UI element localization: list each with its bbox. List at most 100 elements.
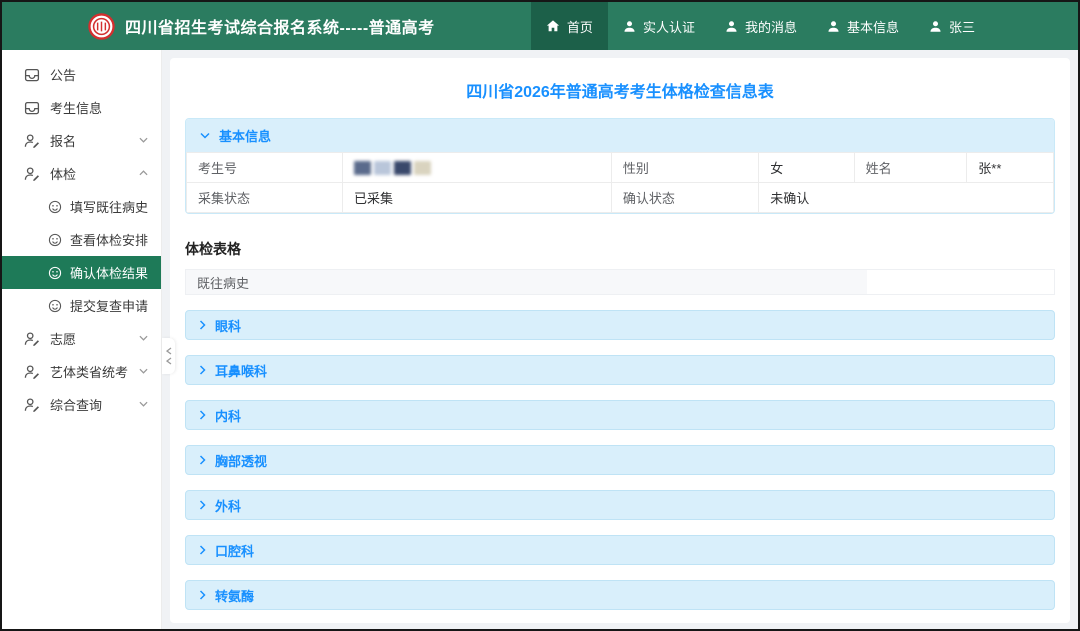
- nav-home[interactable]: 首页: [530, 2, 608, 50]
- user-edit-icon: [24, 133, 39, 148]
- sidebar-item-preferences[interactable]: 志愿: [2, 322, 161, 355]
- chevron-right-icon: [199, 545, 206, 555]
- sidebar-item-physical-exam[interactable]: 体检: [2, 157, 161, 190]
- accordion-ent[interactable]: 耳鼻喉科: [185, 355, 1055, 385]
- accordion-label: 转氨酶: [215, 588, 255, 604]
- user-edit-icon: [24, 397, 39, 412]
- basic-info-table: 考生号 性别 女 姓名 张** 采集状态 已采集 确认状态 未确认: [186, 152, 1054, 213]
- chevron-down-icon: [139, 368, 148, 374]
- nav-my-messages[interactable]: 我的消息: [710, 2, 812, 50]
- main-area: 四川省2026年普通高考考生体格检查信息表 基本信息 考生号 性别 女 姓名 张…: [162, 50, 1078, 629]
- basic-info-panel-header[interactable]: 基本信息: [186, 119, 1054, 152]
- nav-home-label: 首页: [566, 19, 593, 35]
- smile-icon: [48, 299, 62, 312]
- top-header: 四川省招生考试综合报名系统-----普通高考 首页 实人认证 我的消息 基本信息…: [2, 2, 1078, 50]
- sidebar-label: 提交复查申请: [70, 299, 149, 314]
- chevron-down-icon: [139, 137, 148, 143]
- accordion-label: 内科: [215, 408, 242, 424]
- nav-username-label: 张三: [948, 19, 975, 35]
- gender-value: 女: [758, 152, 855, 183]
- gender-label: 性别: [610, 152, 760, 183]
- home-icon: [546, 20, 560, 32]
- medical-history-value: [867, 270, 1054, 294]
- confirm-status-label: 确认状态: [610, 182, 760, 213]
- accordion-label: 胸部透视: [215, 453, 268, 469]
- table-row: 考生号 性别 女 姓名 张**: [186, 152, 1054, 183]
- smile-icon: [48, 233, 62, 246]
- nav-identity-verify-label: 实人认证: [642, 19, 695, 35]
- medical-history-row: 既往病史: [185, 269, 1055, 295]
- smile-icon: [48, 200, 62, 213]
- chevron-left-icon: [165, 347, 171, 355]
- content-card: 四川省2026年普通高考考生体格检查信息表 基本信息 考生号 性别 女 姓名 张…: [170, 58, 1070, 623]
- accordion-internal-medicine[interactable]: 内科: [185, 400, 1055, 430]
- smile-icon: [48, 266, 62, 279]
- sidebar-item-view-exam-schedule[interactable]: 查看体检安排: [2, 223, 161, 256]
- redacted-mosaic: [354, 160, 600, 175]
- chevron-down-icon: [139, 335, 148, 341]
- sidebar-item-arts-pe-exam[interactable]: 艺体类省统考: [2, 355, 161, 388]
- nav-identity-verify[interactable]: 实人认证: [608, 2, 710, 50]
- chevron-right-icon: [199, 410, 206, 420]
- accordion-chest-xray[interactable]: 胸部透视: [185, 445, 1055, 475]
- collect-status-value: 已采集: [342, 182, 612, 213]
- inbox-icon: [24, 101, 40, 114]
- exam-no-value-redacted: [342, 152, 612, 183]
- chevron-up-icon: [139, 170, 148, 176]
- basic-info-panel: 基本信息 考生号 性别 女 姓名 张** 采集状态 已采集 确认状态 未确认: [185, 118, 1055, 214]
- accordion-label: 外科: [215, 498, 242, 514]
- chevron-right-icon: [199, 590, 206, 600]
- accordion-label: 耳鼻喉科: [215, 363, 268, 379]
- sidebar-label: 综合查询: [50, 398, 103, 413]
- sidebar-item-fill-medical-history[interactable]: 填写既往病史: [2, 190, 161, 223]
- sidebar-label: 填写既往病史: [70, 200, 149, 215]
- sidebar-item-announcements[interactable]: 公告: [2, 58, 161, 91]
- accordion-dental[interactable]: 口腔科: [185, 535, 1055, 565]
- nav-basic-info[interactable]: 基本信息: [812, 2, 914, 50]
- sidebar-label: 艺体类省统考: [50, 365, 129, 380]
- sidebar-label: 确认体检结果: [70, 266, 149, 281]
- nav-basic-info-label: 基本信息: [846, 19, 899, 35]
- user-edit-icon: [24, 166, 39, 181]
- sidebar-label: 公告: [50, 68, 77, 83]
- sidebar-item-registration[interactable]: 报名: [2, 124, 161, 157]
- chevron-right-icon: [199, 320, 206, 330]
- top-nav: 首页 实人认证 我的消息 基本信息 张三: [530, 2, 1078, 50]
- exam-form-heading: 体检表格: [185, 241, 241, 257]
- page-title: 四川省2026年普通高考考生体格检查信息表: [466, 84, 774, 101]
- sidebar-label: 报名: [50, 134, 77, 149]
- accordion-surgery[interactable]: 外科: [185, 490, 1055, 520]
- accordion-label: 眼科: [215, 318, 242, 334]
- table-row: 采集状态 已采集 确认状态 未确认: [186, 182, 1054, 213]
- sidebar-label: 查看体检安排: [70, 233, 149, 248]
- basic-info-panel-title: 基本信息: [219, 129, 272, 144]
- exam-no-label: 考生号: [186, 152, 344, 183]
- medical-history-label: 既往病史: [186, 270, 868, 294]
- system-logo-icon: [88, 12, 115, 40]
- inbox-icon: [24, 68, 40, 81]
- user-icon: [624, 20, 635, 32]
- nav-user-zhangsan[interactable]: 张三: [914, 2, 990, 50]
- sidebar-label: 体检: [50, 167, 77, 182]
- sidebar-item-candidate-info[interactable]: 考生信息: [2, 91, 161, 124]
- chevron-down-icon: [139, 401, 148, 407]
- sidebar-menu: 公告 考生信息 报名 体检 填写既往病史 查看体检安排 确认体检结果 提交复查申…: [2, 50, 162, 629]
- user-icon: [828, 20, 839, 32]
- user-edit-icon: [24, 364, 39, 379]
- sidebar-item-comprehensive-query[interactable]: 综合查询: [2, 388, 161, 421]
- name-label: 姓名: [853, 152, 968, 183]
- chevron-right-icon: [199, 365, 206, 375]
- sidebar-collapse-handle[interactable]: [162, 338, 175, 374]
- nav-my-messages-label: 我的消息: [744, 19, 797, 35]
- accordion-ophthalmology[interactable]: 眼科: [185, 310, 1055, 340]
- accordion-transaminase[interactable]: 转氨酶: [185, 580, 1055, 610]
- sidebar-item-confirm-exam-results[interactable]: 确认体检结果: [2, 256, 161, 289]
- collect-status-label: 采集状态: [186, 182, 344, 213]
- sidebar-item-submit-recheck-request[interactable]: 提交复查申请: [2, 289, 161, 322]
- chevron-down-icon: [200, 132, 210, 139]
- system-title: 四川省招生考试综合报名系统-----普通高考: [125, 20, 435, 37]
- user-edit-icon: [24, 331, 39, 346]
- app-window: 四川省招生考试综合报名系统-----普通高考 首页 实人认证 我的消息 基本信息…: [0, 0, 1080, 631]
- sidebar-label: 考生信息: [50, 101, 103, 116]
- user-icon: [930, 20, 941, 32]
